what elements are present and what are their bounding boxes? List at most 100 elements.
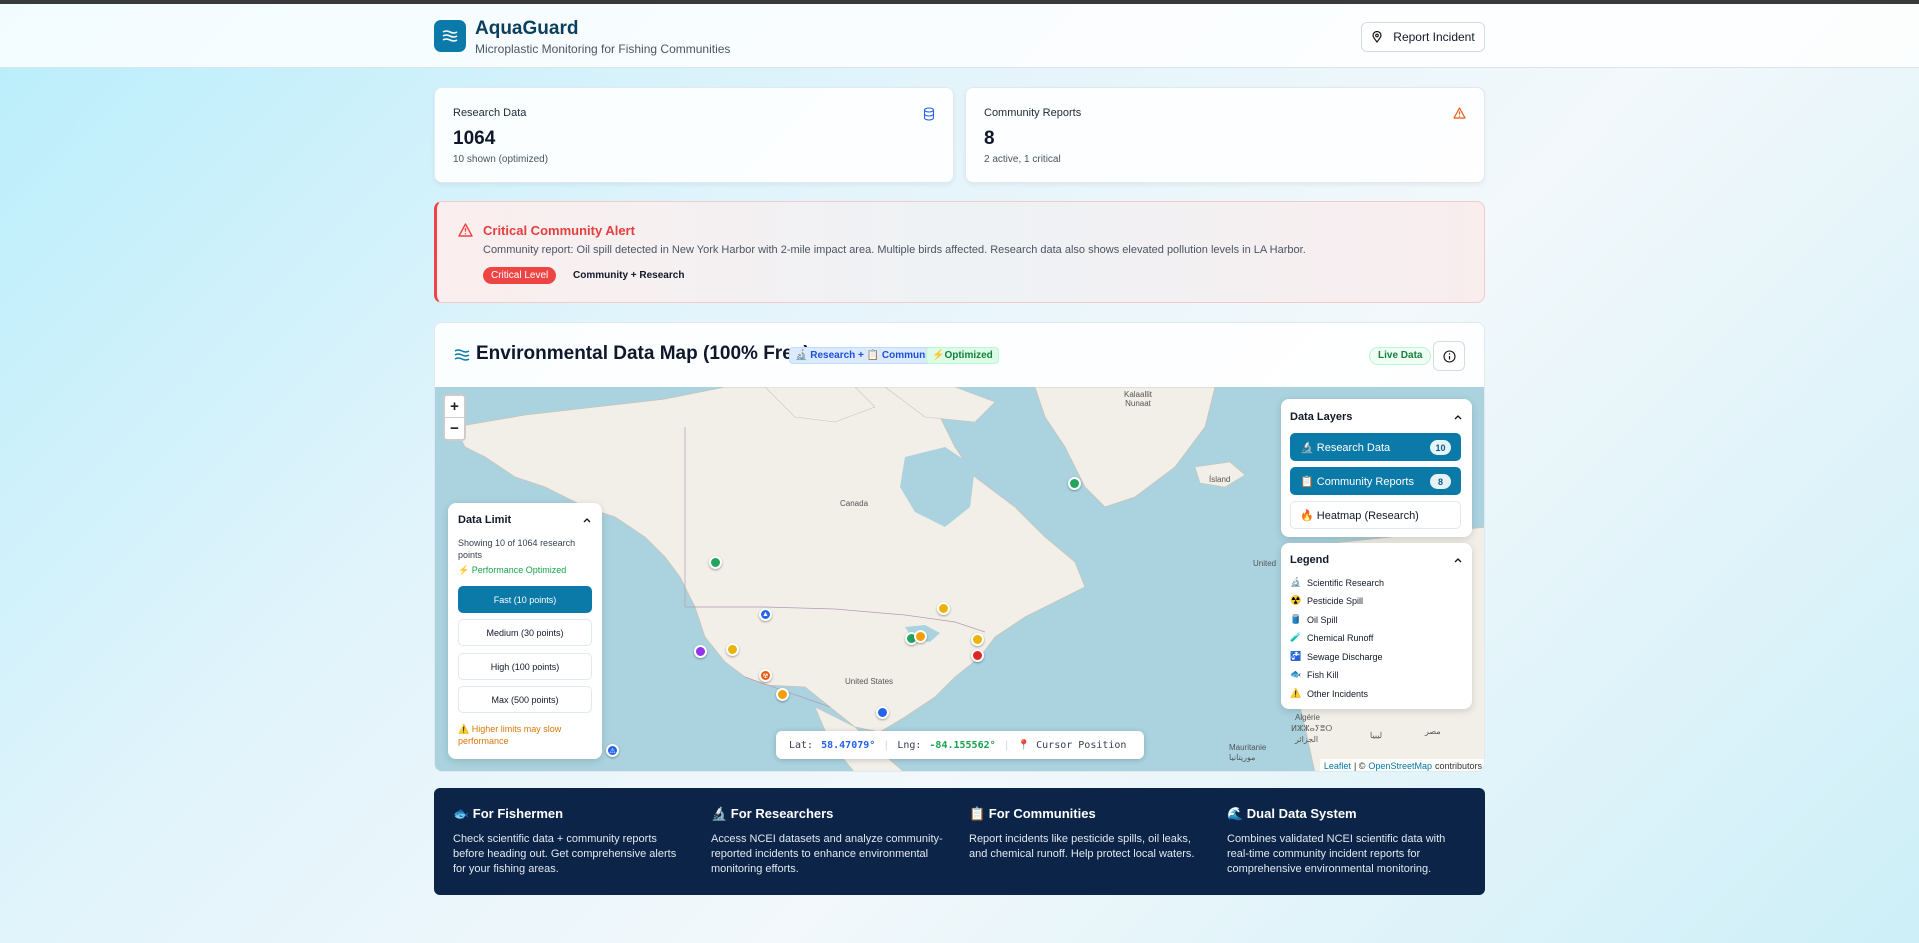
- research-marker[interactable]: [694, 645, 707, 658]
- info-researchers: 🔬 For Researchers Access NCEI datasets a…: [711, 806, 946, 877]
- map-attribution: Leaflet | © OpenStreetMap contributors: [1319, 759, 1484, 771]
- layer-count: 8: [1430, 474, 1451, 489]
- stat-label: Research Data: [453, 107, 527, 119]
- database-icon: [923, 107, 935, 121]
- oil-marker[interactable]: [876, 706, 889, 719]
- map-title: Environmental Data Map (100% Free): [476, 343, 810, 364]
- lng-label: Lng:: [897, 739, 922, 751]
- chemical-marker[interactable]: [776, 688, 789, 701]
- limit-medium-button[interactable]: Medium (30 points): [458, 619, 592, 646]
- performance-status: ⚡ Performance Optimized: [458, 565, 567, 575]
- legend-item: 🧪 Chemical Runoff: [1290, 632, 1373, 643]
- legend-label: Fish Kill: [1307, 669, 1339, 680]
- stat-subtext: 10 shown (optimized): [453, 154, 549, 165]
- legend-label: Pesticide Spill: [1307, 595, 1364, 606]
- alert-triangle-icon: [458, 223, 473, 237]
- legend-item: 🚰 Sewage Discharge: [1290, 651, 1383, 662]
- limit-fast-button[interactable]: Fast (10 points): [458, 586, 592, 613]
- chevron-up-icon[interactable]: [1453, 555, 1463, 565]
- stat-value: 8: [984, 128, 995, 149]
- info-icon: [1442, 349, 1456, 363]
- pesticide-marker[interactable]: ☢: [759, 669, 772, 682]
- legend-title: Legend: [1290, 554, 1330, 566]
- layer-label: 📋 Community Reports: [1300, 475, 1414, 488]
- data-limit-title: Data Limit: [458, 514, 512, 526]
- info-dual-system: 🌊 Dual Data System Combines validated NC…: [1227, 806, 1462, 877]
- osm-link[interactable]: OpenStreetMap: [1368, 761, 1432, 771]
- sources-pill: 🔬 Research + 📋 Community: [789, 347, 943, 364]
- stat-label: Community Reports: [984, 107, 1082, 119]
- info-body: Access NCEI datasets and analyze communi…: [711, 833, 943, 875]
- lat-label: Lat:: [789, 739, 814, 751]
- report-incident-label: Report Incident: [1393, 30, 1475, 44]
- data-layers-panel: Data Layers 🔬 Research Data 10 📋 Communi…: [1281, 399, 1472, 537]
- legend-panel: Legend 🔬 Scientific Research ☢️ Pesticide …: [1281, 543, 1472, 709]
- chemical-marker[interactable]: [726, 643, 739, 656]
- limit-max-button[interactable]: Max (500 points): [458, 686, 592, 713]
- map-label-mauritania-ar: موريتانيا: [1229, 753, 1256, 762]
- research-marker[interactable]: [709, 556, 722, 569]
- warning-icon: [1453, 107, 1466, 119]
- data-limit-panel: Data Limit Showing 10 of 1064 research p…: [448, 503, 602, 759]
- source-badge: Community + Research: [573, 270, 685, 281]
- layer-research-toggle[interactable]: 🔬 Research Data 10: [1290, 433, 1461, 461]
- other-incident-marker[interactable]: ⚠: [606, 744, 619, 757]
- limit-high-button[interactable]: High (100 points): [458, 653, 592, 680]
- layer-count: 10: [1430, 440, 1451, 455]
- app-header: AquaGuard Microplastic Monitoring for Fi…: [0, 4, 1919, 68]
- waves-icon: [442, 30, 458, 42]
- research-marker[interactable]: [1068, 477, 1081, 490]
- map-label-egypt: مصر: [1425, 727, 1441, 736]
- radioactive-icon: ☢️: [1290, 595, 1302, 605]
- legend-label: Other Incidents: [1307, 688, 1369, 699]
- map-label-greenland: Kalaallit Nunaat: [1123, 390, 1152, 408]
- info-title: 📋 For Communities: [969, 806, 1096, 821]
- chevron-up-icon[interactable]: [582, 515, 592, 525]
- report-incident-button[interactable]: Report Incident: [1361, 22, 1485, 52]
- zoom-control: + −: [443, 394, 466, 441]
- map-label-iceland: Ísland: [1209, 475, 1231, 484]
- critical-oil-spill-marker[interactable]: [971, 649, 984, 662]
- info-body: Report incidents like pesticide spills, …: [969, 833, 1195, 860]
- legend-item: ⚠️ Other Incidents: [1290, 688, 1368, 699]
- separator: |: [1003, 739, 1010, 751]
- stat-subtext: 2 active, 1 critical: [984, 154, 1061, 165]
- legend-item: 🔬 Scientific Research: [1290, 577, 1384, 588]
- zoom-in-button[interactable]: +: [445, 396, 464, 417]
- app-title: AquaGuard: [475, 18, 579, 39]
- info-strip: 🐟 For Fishermen Check scientific data + …: [434, 788, 1485, 895]
- map-label-libya: ليبيا: [1370, 731, 1383, 740]
- info-body: Check scientific data + community report…: [453, 833, 677, 875]
- sewage-marker[interactable]: ▲: [759, 608, 772, 621]
- layer-community-toggle[interactable]: 📋 Community Reports 8: [1290, 467, 1461, 495]
- info-fishermen: 🐟 For Fishermen Check scientific data + …: [453, 806, 688, 877]
- info-communities: 📋 For Communities Report incidents like …: [969, 806, 1204, 862]
- info-title: 🌊 Dual Data System: [1227, 806, 1357, 821]
- legend-item: 🐟 Fish Kill: [1290, 669, 1339, 680]
- separator: |: [883, 739, 890, 751]
- research-marker[interactable]: [971, 633, 984, 646]
- map-pin-icon: [1372, 31, 1382, 43]
- leaflet-link[interactable]: Leaflet: [1324, 761, 1351, 771]
- chemical-marker[interactable]: [914, 630, 927, 643]
- legend-label: Chemical Runoff: [1307, 632, 1374, 643]
- world-map[interactable]: Canada United States Kalaallit Nunaat Ís…: [435, 387, 1484, 771]
- data-layers-title: Data Layers: [1290, 411, 1353, 423]
- alert-title: Critical Community Alert: [483, 223, 635, 238]
- oil-drum-icon: 🛢️: [1290, 614, 1302, 624]
- info-title: 🐟 For Fishermen: [453, 806, 564, 821]
- info-button[interactable]: [1433, 341, 1465, 371]
- layer-heatmap-toggle[interactable]: 🔥 Heatmap (Research): [1290, 501, 1461, 529]
- lat-value: 58.47079°: [821, 739, 876, 751]
- warning-icon: ⚠️: [1290, 688, 1302, 698]
- info-body: Combines validated NCEI scientific data …: [1227, 833, 1446, 875]
- zoom-out-button[interactable]: −: [445, 417, 464, 438]
- research-marker[interactable]: [937, 602, 950, 615]
- app-subtitle: Microplastic Monitoring for Fishing Comm…: [475, 42, 731, 56]
- attribution-contributors: contributors: [1434, 761, 1482, 771]
- map-label-algeria: Algérie: [1295, 713, 1320, 722]
- legend-item: 🛢️ Oil Spill: [1290, 614, 1338, 625]
- map-panel: Environmental Data Map (100% Free) 🔬 Res…: [434, 322, 1485, 772]
- chevron-up-icon[interactable]: [1453, 412, 1463, 422]
- logo: [434, 20, 466, 52]
